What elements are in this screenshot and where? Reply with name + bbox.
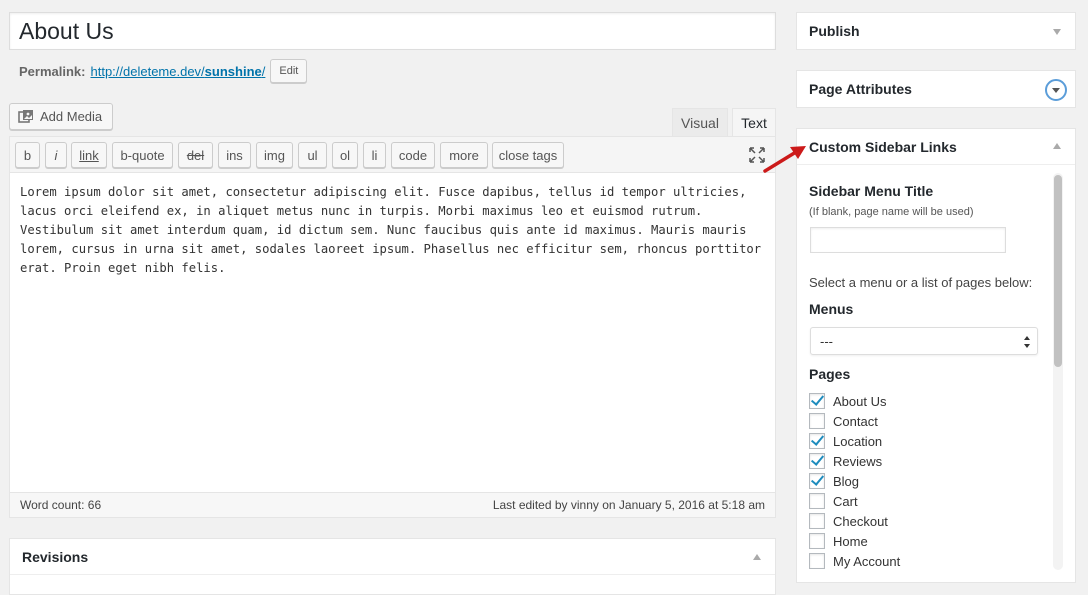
page-label: Location	[833, 433, 883, 449]
expand-arrow-icon[interactable]	[1053, 29, 1061, 35]
permalink-url-base: http://deleteme.dev/	[90, 63, 205, 79]
menus-selected-value: ---	[820, 333, 833, 349]
menus-label: Menus	[809, 301, 854, 317]
sidebar-menu-title-label: Sidebar Menu Title	[809, 183, 934, 199]
media-icon	[18, 109, 34, 125]
qt-more-button[interactable]: more	[440, 142, 488, 168]
page-checkbox[interactable]	[809, 493, 825, 509]
page-checkbox[interactable]	[809, 553, 825, 569]
page-checkbox[interactable]	[809, 533, 825, 549]
qt-close-tags-button[interactable]: close tags	[492, 142, 564, 168]
page-checkbox[interactable]	[809, 513, 825, 529]
permalink-url-slug: sunshine	[204, 63, 262, 79]
collapse-arrow-icon[interactable]	[1053, 143, 1061, 149]
editor-status-bar: Word count: 66 Last edited by vinny on J…	[10, 492, 775, 517]
qt-bquote-button[interactable]: b-quote	[112, 142, 173, 168]
scrollbar-thumb[interactable]	[1054, 175, 1062, 367]
page-checkbox[interactable]	[809, 413, 825, 429]
page-item-reviews[interactable]: Reviews	[809, 452, 882, 470]
custom-sidebar-links-box: Custom Sidebar Links Sidebar Menu Title …	[796, 128, 1076, 583]
permalink-edit-button[interactable]: Edit	[270, 59, 308, 83]
qt-del-button[interactable]: del	[178, 142, 213, 168]
page-item-about-us[interactable]: About Us	[809, 392, 886, 410]
qt-ol-button[interactable]: ol	[332, 142, 358, 168]
publish-title: Publish	[809, 23, 860, 39]
custom-sidebar-links-title: Custom Sidebar Links	[809, 138, 957, 155]
qt-img-button[interactable]: img	[256, 142, 293, 168]
publish-box: Publish	[796, 12, 1076, 50]
revisions-header[interactable]: Revisions	[10, 539, 775, 575]
page-item-blog[interactable]: Blog	[809, 472, 859, 490]
page-checkbox[interactable]	[809, 393, 825, 409]
page-attributes-box: Page Attributes	[796, 70, 1076, 108]
page-checkbox[interactable]	[809, 453, 825, 469]
add-media-label: Add Media	[40, 109, 103, 124]
post-title-text: About Us	[19, 18, 114, 44]
permalink-row: Permalink: http://deleteme.dev/sunshine/…	[19, 59, 308, 83]
expand-circle-icon[interactable]	[1045, 79, 1067, 101]
page-label: Blog	[833, 473, 860, 489]
custom-sidebar-links-header[interactable]: Custom Sidebar Links	[797, 129, 1075, 165]
sidebar-menu-title-input[interactable]	[810, 227, 1006, 253]
page-item-cart[interactable]: Cart	[809, 492, 858, 510]
page-attributes-header[interactable]: Page Attributes	[797, 71, 1075, 107]
qt-ins-button[interactable]: ins	[218, 142, 251, 168]
page-label: Home	[833, 533, 868, 549]
page-label: My Account	[833, 553, 901, 569]
word-count: Word count: 66	[20, 498, 102, 512]
page-checkbox[interactable]	[809, 473, 825, 489]
editor-textarea[interactable]: Lorem ipsum dolor sit amet, consectetur …	[20, 183, 768, 278]
page-item-checkout[interactable]: Checkout	[809, 512, 888, 530]
page-item-contact[interactable]: Contact	[809, 412, 878, 430]
red-annotation-arrow-icon	[763, 146, 806, 173]
revisions-title: Revisions	[22, 548, 89, 565]
qt-li-button[interactable]: li	[363, 142, 386, 168]
sidebar-scrollbar[interactable]	[1053, 173, 1063, 570]
permalink-url-end: /	[261, 63, 266, 79]
page-item-location[interactable]: Location	[809, 432, 882, 450]
qt-bold-button[interactable]: b	[15, 142, 40, 168]
page-checkbox[interactable]	[809, 433, 825, 449]
page-label: About Us	[833, 393, 887, 409]
permalink-link[interactable]: http://deleteme.dev/sunshine/	[90, 64, 265, 79]
qt-code-button[interactable]: code	[391, 142, 435, 168]
page-label: Cart	[833, 493, 858, 509]
quicktags-toolbar: b i link b-quote del ins img ul ol li co…	[10, 137, 775, 173]
permalink-label: Permalink:	[19, 63, 86, 79]
page-item-home[interactable]: Home	[809, 532, 868, 550]
select-prompt-text: Select a menu or a list of pages below:	[809, 275, 1033, 290]
select-arrows-icon	[1024, 336, 1030, 348]
collapse-arrow-icon[interactable]	[753, 554, 761, 560]
qt-link-button[interactable]: link	[71, 142, 107, 168]
pages-label: Pages	[809, 366, 851, 382]
editor: b i link b-quote del ins img ul ol li co…	[9, 136, 776, 518]
page-label: Contact	[833, 413, 878, 429]
sidebar-menu-title-hint: (If blank, page name will be used)	[809, 206, 974, 218]
tab-text[interactable]: Text	[732, 108, 776, 137]
page-label: Checkout	[833, 513, 888, 529]
tab-visual[interactable]: Visual	[672, 108, 728, 137]
page-label: Reviews	[833, 453, 883, 469]
publish-header[interactable]: Publish	[797, 13, 1075, 49]
add-media-button[interactable]: Add Media	[9, 103, 113, 130]
menus-select[interactable]: ---	[810, 327, 1038, 355]
page-attributes-title: Page Attributes	[809, 81, 912, 97]
qt-ul-button[interactable]: ul	[298, 142, 327, 168]
page-item-my-account[interactable]: My Account	[809, 552, 900, 570]
revisions-box: Revisions	[9, 538, 776, 595]
qt-italic-button[interactable]: i	[45, 142, 67, 168]
post-title-input[interactable]: About Us	[9, 12, 776, 50]
last-edited: Last edited by vinny on January 5, 2016 …	[492, 498, 765, 512]
